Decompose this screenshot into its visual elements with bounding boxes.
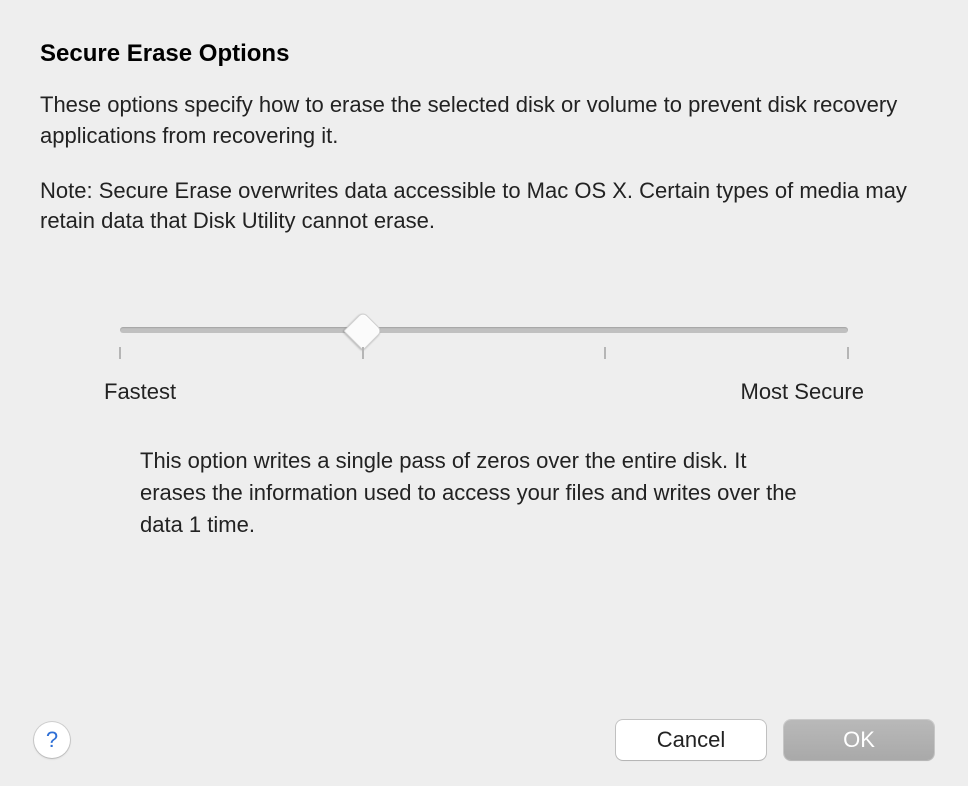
slider-label-max: Most Secure [741,379,865,405]
dialog-description: These options specify how to erase the s… [40,90,928,237]
slider-track[interactable] [120,327,848,333]
slider-tick [362,347,364,359]
slider-ticks [120,347,848,365]
slider-tick [119,347,121,359]
ok-button[interactable]: OK [784,720,934,760]
option-explanation: This option writes a single pass of zero… [140,445,818,541]
help-icon: ? [46,727,58,753]
secure-erase-dialog: Secure Erase Options These options speci… [0,0,968,786]
description-paragraph-2: Note: Secure Erase overwrites data acces… [40,176,928,238]
slider-thumb[interactable] [343,311,383,351]
dialog-title: Secure Erase Options [40,40,928,68]
help-button[interactable]: ? [34,722,70,758]
slider-tick [847,347,849,359]
description-paragraph-1: These options specify how to erase the s… [40,90,928,152]
cancel-button[interactable]: Cancel [616,720,766,760]
security-slider[interactable]: Fastest Most Secure [120,327,848,405]
slider-labels: Fastest Most Secure [104,379,864,405]
slider-tick [604,347,606,359]
dialog-footer: ? Cancel OK [0,716,968,764]
slider-label-min: Fastest [104,379,176,405]
